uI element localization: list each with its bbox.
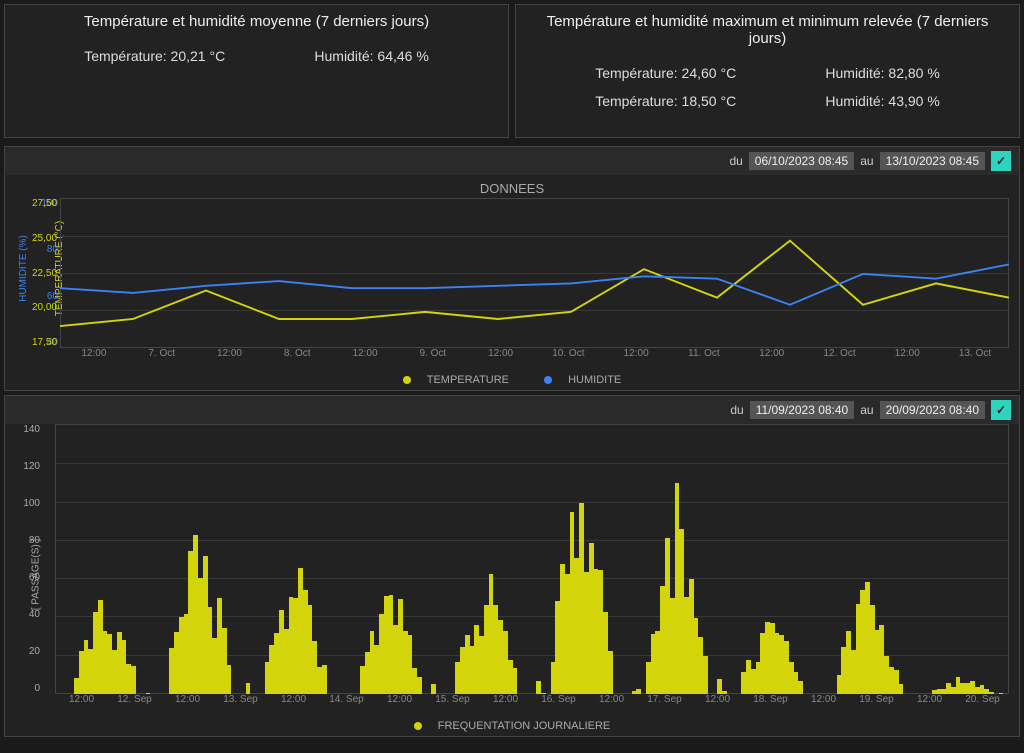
chart2-x-axis: 12:0012. Sep12:0013. Sep12:0014. Sep12:0… bbox=[55, 694, 1009, 714]
max-hum: Humidité: 82,80 % bbox=[825, 65, 939, 81]
freq-header: du 11/09/2023 08:40 au 20/09/2023 08:40 … bbox=[5, 396, 1019, 424]
line-svg bbox=[60, 198, 1009, 340]
line-chart: HUMIDITE (%) TEMPERATURE (°C) 100806040 … bbox=[60, 198, 1009, 368]
freq-legend-icon bbox=[414, 722, 422, 730]
from-date-input[interactable]: 06/10/2023 08:45 bbox=[749, 152, 854, 170]
chart1-title: DONNEES bbox=[5, 175, 1019, 198]
avg-title: Température et humidité moyenne (7 derni… bbox=[15, 13, 498, 30]
avg-temp: Température: 20,21 °C bbox=[84, 48, 225, 64]
chart1-x-axis: 12:007. Oct12:008. Oct12:009. Oct12:0010… bbox=[60, 348, 1009, 368]
avg-card: Température et humidité moyenne (7 derni… bbox=[4, 4, 509, 138]
from-date-input-2[interactable]: 11/09/2023 08:40 bbox=[750, 401, 855, 419]
min-temp: Température: 18,50 °C bbox=[595, 93, 736, 109]
minmax-card: Température et humidité maximum et minim… bbox=[515, 4, 1020, 138]
donnees-header: du 06/10/2023 08:45 au 13/10/2023 08:45 … bbox=[5, 147, 1019, 175]
bars-container bbox=[55, 424, 1009, 694]
passage-axis-ticks: 140120100806040200 bbox=[10, 424, 40, 694]
from-label: du bbox=[729, 154, 742, 168]
bar-chart: [ PASSAGE(S) ] 140120100806040200 12:001… bbox=[55, 424, 1009, 714]
frequentation-panel: du 11/09/2023 08:40 au 20/09/2023 08:40 … bbox=[4, 395, 1020, 737]
apply-button-2[interactable]: ✓ bbox=[991, 400, 1011, 420]
temp-legend-icon bbox=[403, 376, 411, 384]
to-label: au bbox=[860, 154, 873, 168]
from-label-2: du bbox=[730, 403, 743, 417]
chart2-legend: FREQUENTATION JOURNALIERE bbox=[5, 718, 1019, 736]
to-date-input-2[interactable]: 20/09/2023 08:40 bbox=[880, 401, 985, 419]
to-label-2: au bbox=[860, 403, 873, 417]
to-date-input[interactable]: 13/10/2023 08:45 bbox=[880, 152, 985, 170]
temp-axis-ticks: 27,5025,0022,5020,0017,50 bbox=[32, 198, 57, 348]
apply-button[interactable]: ✓ bbox=[991, 151, 1011, 171]
max-temp: Température: 24,60 °C bbox=[595, 65, 736, 81]
minmax-title: Température et humidité maximum et minim… bbox=[526, 13, 1009, 47]
hum-legend-icon bbox=[544, 376, 552, 384]
donnees-panel: du 06/10/2023 08:45 au 13/10/2023 08:45 … bbox=[4, 146, 1020, 391]
avg-hum: Humidité: 64,46 % bbox=[314, 48, 428, 64]
min-hum: Humidité: 43,90 % bbox=[825, 93, 939, 109]
chart1-legend: TEMPERATURE HUMIDITE bbox=[5, 372, 1019, 390]
